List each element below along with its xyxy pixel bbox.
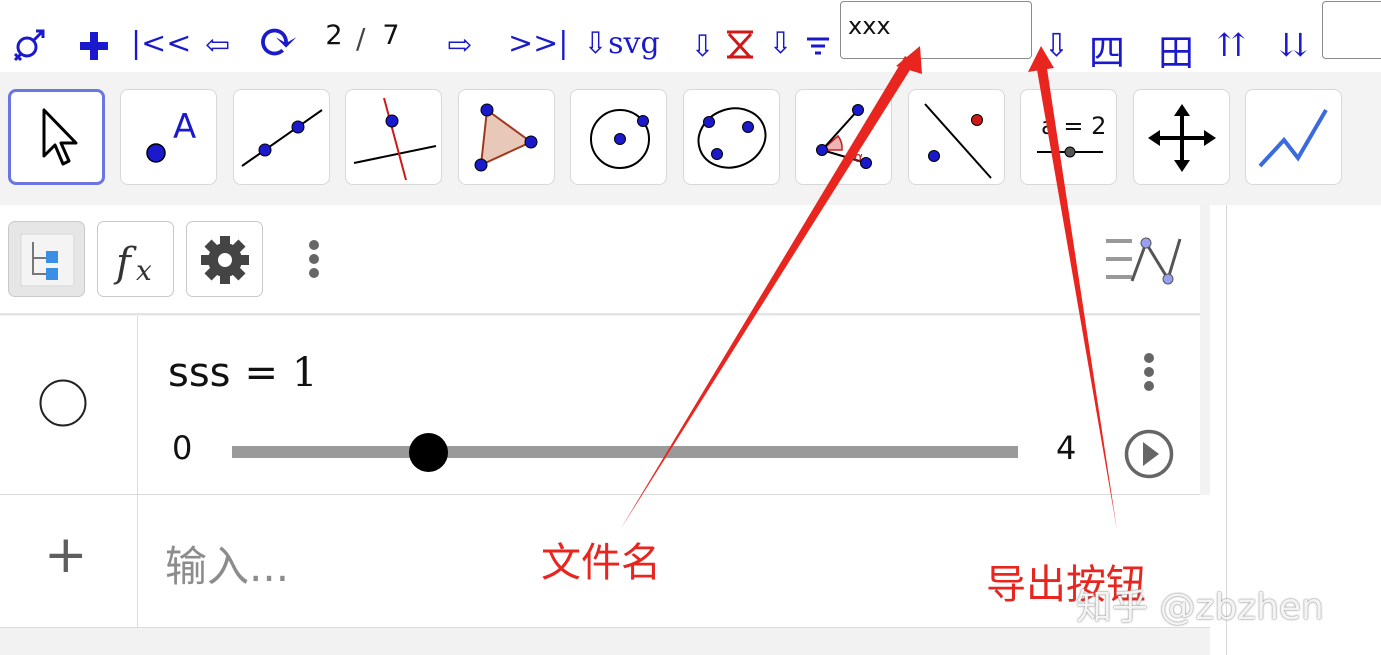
annotation-arrows: [620, 46, 1117, 530]
filename-annotation: 文件名: [541, 540, 661, 586]
watermark: 知乎 @zbzhen: [1076, 587, 1324, 628]
